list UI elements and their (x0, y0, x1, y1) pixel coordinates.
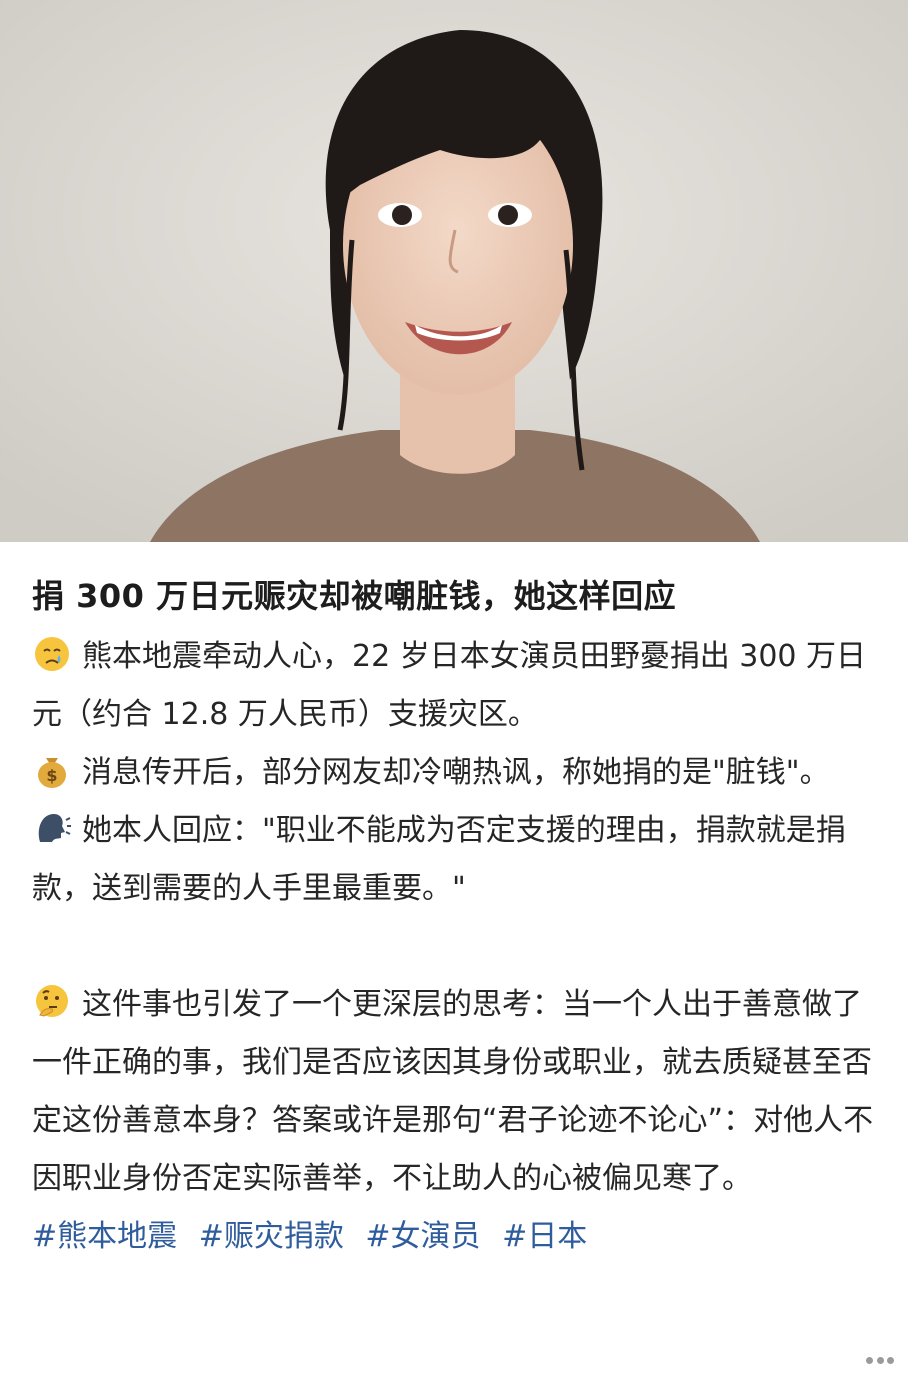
money-bag-icon: $ (38, 758, 66, 788)
paragraph-1-text: 熊本地震牵动人心，22 岁日本女演员田野憂捐出 300 万日元（约合 12.8 … (32, 639, 867, 732)
post-title: 捐 300 万日元赈灾却被嘲脏钱，她这样回应 (32, 577, 677, 615)
more-dot (876, 1356, 884, 1364)
more-options-icon[interactable] (866, 1354, 894, 1366)
more-dot (866, 1356, 873, 1364)
paragraph-2-text: 消息传开后，部分网友却冷嘲热讽，称她捐的是"脏钱"。 (82, 755, 830, 790)
hashtag-1[interactable]: #熊本地震 (32, 1219, 177, 1254)
paragraph-2: $ 消息传开后，部分网友却冷嘲热讽，称她捐的是"脏钱"。 (32, 744, 882, 802)
hashtag-2[interactable]: #赈灾捐款 (199, 1219, 344, 1254)
hashtag-4[interactable]: #日本 (502, 1219, 587, 1254)
svg-text:$: $ (46, 766, 57, 785)
paragraph-4-text: 这件事也引发了一个更深层的思考：当一个人出于善意做了一件正确的事，我们是否应该因… (32, 987, 874, 1196)
post-content: 捐 300 万日元赈灾却被嘲脏钱，她这样回应 熊本地震牵动人心，22 岁日本女演… (32, 560, 882, 1266)
paragraph-1: 熊本地震牵动人心，22 岁日本女演员田野憂捐出 300 万日元（约合 12.8 … (32, 628, 882, 744)
hashtag-list: #熊本地震 #赈灾捐款 #女演员 #日本 (32, 1208, 882, 1266)
paragraph-3: 她本人回应："职业不能成为否定支援的理由，捐款就是捐款，送到需要的人手里最重要。… (32, 802, 882, 918)
paragraph-4: 这件事也引发了一个更深层的思考：当一个人出于善意做了一件正确的事，我们是否应该因… (32, 976, 882, 1208)
more-dot (887, 1356, 894, 1364)
hashtag-3[interactable]: #女演员 (365, 1219, 480, 1254)
speaking-head-icon (38, 814, 71, 842)
thinking-face-icon (36, 985, 68, 1017)
crying-face-icon (35, 637, 69, 671)
woman-portrait-image (0, 0, 908, 542)
post-photo[interactable] (0, 0, 908, 542)
paragraph-3-text: 她本人回应："职业不能成为否定支援的理由，捐款就是捐款，送到需要的人手里最重要。… (32, 813, 846, 906)
